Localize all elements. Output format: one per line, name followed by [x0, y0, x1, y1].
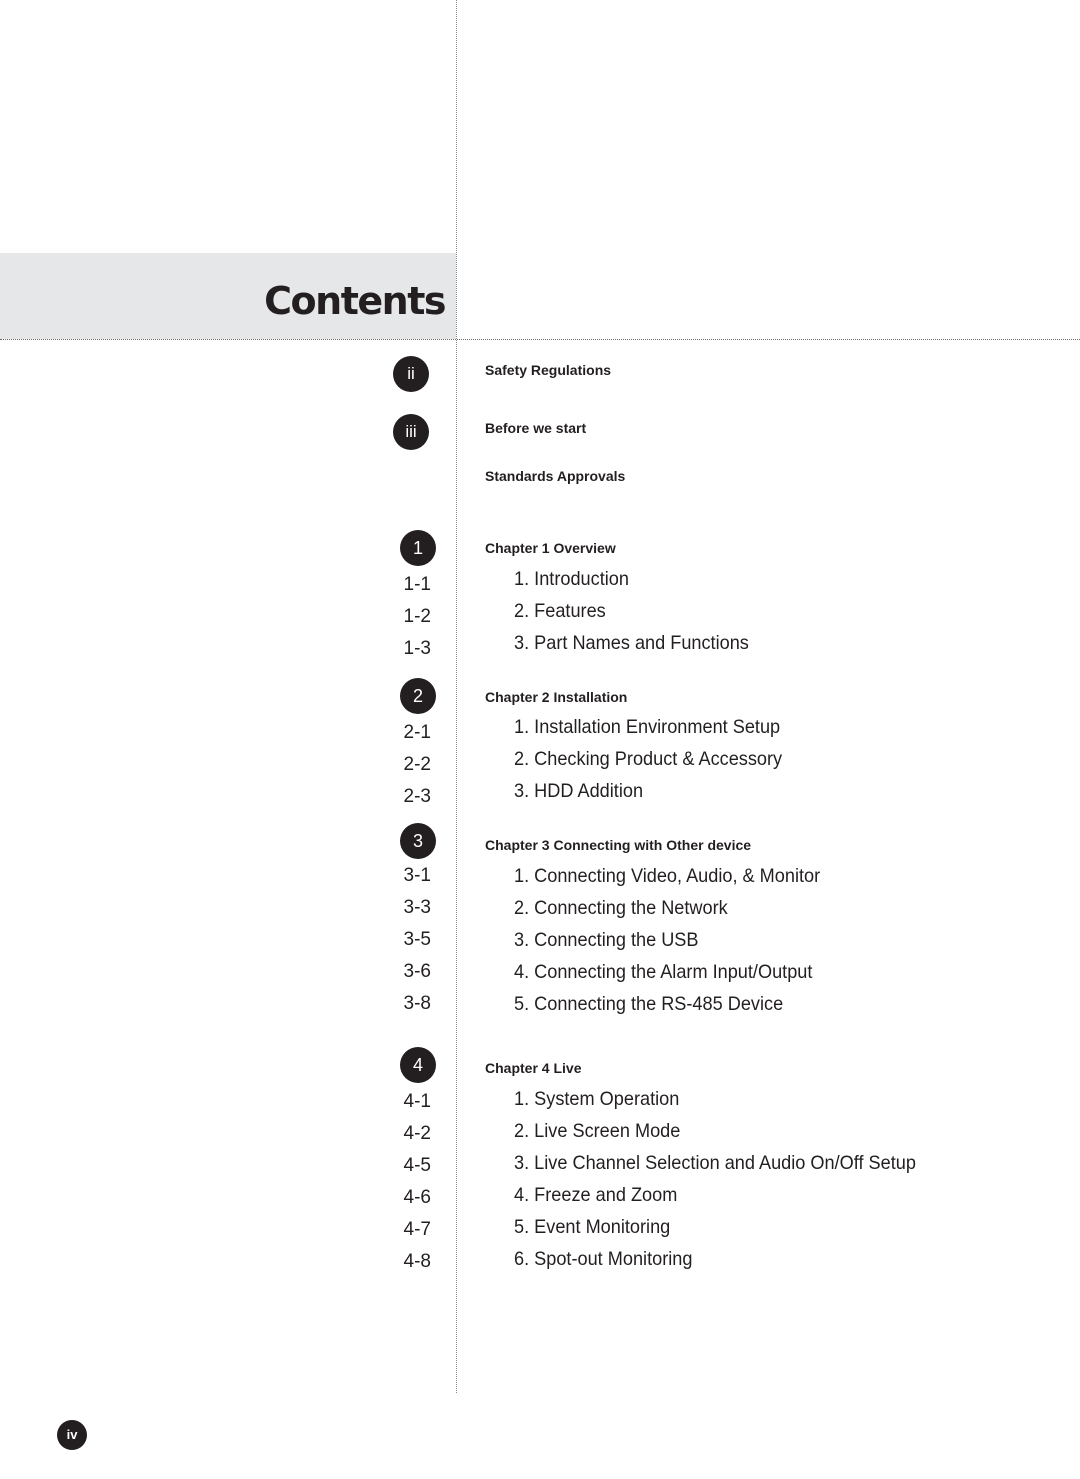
page-number: 1-2: [403, 606, 431, 627]
page-number: 4-8: [403, 1251, 431, 1272]
chapter-badge-4: 4: [400, 1047, 436, 1083]
toc-entry[interactable]: 1. Connecting Video, Audio, & Monitor: [514, 864, 820, 888]
toc-entry[interactable]: 2. Live Screen Mode: [514, 1119, 680, 1143]
toc-entry[interactable]: 5. Connecting the RS-485 Device: [514, 992, 783, 1016]
chapter-badge-1: 1: [400, 530, 436, 566]
toc-link-safety-regulations[interactable]: Safety Regulations: [485, 361, 611, 379]
footer-page-number: iv: [57, 1420, 87, 1450]
chapter-badge-3: 3: [400, 823, 436, 859]
page-number: 3-5: [403, 929, 431, 950]
toc-entry[interactable]: 3. Live Channel Selection and Audio On/O…: [514, 1151, 916, 1175]
toc-entry[interactable]: 4. Connecting the Alarm Input/Output: [514, 960, 812, 984]
page-number: 2-3: [403, 786, 431, 807]
toc-entry[interactable]: 2. Features: [514, 599, 606, 623]
page-number: 4-6: [403, 1187, 431, 1208]
page-number: 2-2: [403, 754, 431, 775]
toc-entry[interactable]: 2. Connecting the Network: [514, 896, 728, 920]
page-number: 3-3: [403, 897, 431, 918]
page-number: 1-1: [403, 574, 431, 595]
horizontal-divider: [0, 339, 1080, 340]
toc-entry[interactable]: 2. Checking Product & Accessory: [514, 747, 782, 771]
page-number: 4-5: [403, 1155, 431, 1176]
chapter-badge-2: 2: [400, 678, 436, 714]
toc-link-before-we-start[interactable]: Before we start: [485, 419, 586, 437]
title-band: Contents: [0, 253, 456, 339]
page-number: 4-2: [403, 1123, 431, 1144]
page-title: Contents: [264, 279, 446, 323]
toc-entry[interactable]: 5. Event Monitoring: [514, 1215, 670, 1239]
page-number: 4-7: [403, 1219, 431, 1240]
toc-entry[interactable]: 1. Introduction: [514, 567, 629, 591]
toc-entry[interactable]: 4. Freeze and Zoom: [514, 1183, 677, 1207]
page-badge-ii: ii: [393, 356, 429, 392]
toc-entry[interactable]: 6. Spot-out Monitoring: [514, 1247, 692, 1271]
chapter-heading-3[interactable]: Chapter 3 Connecting with Other device: [485, 836, 751, 854]
toc-link-standards-approvals[interactable]: Standards Approvals: [485, 467, 625, 485]
toc-entry[interactable]: 1. Installation Environment Setup: [514, 715, 780, 739]
page-number: 2-1: [403, 722, 431, 743]
toc-entry[interactable]: 3. Connecting the USB: [514, 928, 698, 952]
page-number: 3-8: [403, 993, 431, 1014]
chapter-heading-1[interactable]: Chapter 1 Overview: [485, 539, 616, 557]
page-badge-iii: iii: [393, 414, 429, 450]
page-number: 3-1: [403, 865, 431, 886]
chapter-heading-4[interactable]: Chapter 4 Live: [485, 1059, 581, 1077]
chapter-heading-2[interactable]: Chapter 2 Installation: [485, 688, 627, 706]
toc-entry[interactable]: 3. HDD Addition: [514, 779, 643, 803]
toc-entry[interactable]: 1. System Operation: [514, 1087, 679, 1111]
page-number: 3-6: [403, 961, 431, 982]
page-number: 1-3: [403, 638, 431, 659]
vertical-divider: [456, 0, 457, 1393]
page-number: 4-1: [403, 1091, 431, 1112]
toc-entry[interactable]: 3. Part Names and Functions: [514, 631, 749, 655]
